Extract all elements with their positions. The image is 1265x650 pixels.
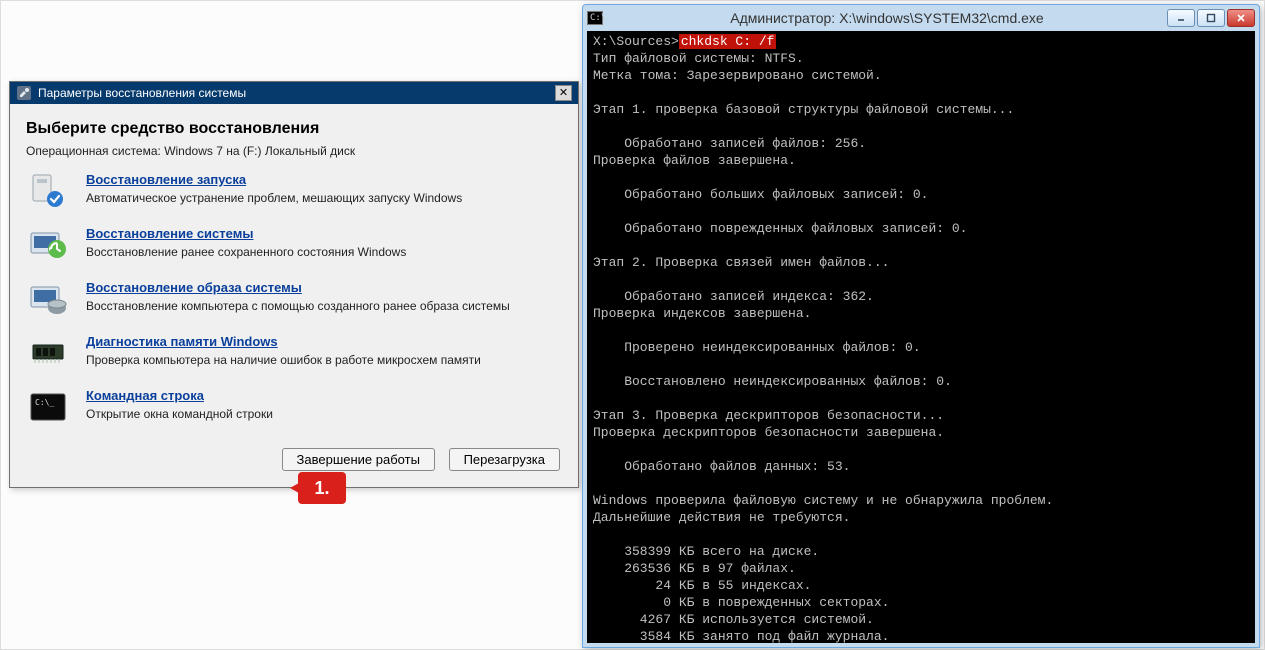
tool-system-restore: Восстановление системы Восстановление ра… [26, 226, 562, 266]
dialog-body: Выберите средство восстановления Операци… [10, 104, 578, 487]
image-recovery-icon [26, 280, 72, 320]
tool-startup-repair: Восстановление запуска Автоматическое ус… [26, 172, 562, 212]
heading: Выберите средство восстановления [26, 120, 562, 138]
tool-image-recovery: Восстановление образа системы Восстановл… [26, 280, 562, 320]
tool-link[interactable]: Восстановление системы [86, 226, 406, 241]
dialog-buttons: Завершение работы Перезагрузка [26, 442, 562, 475]
shutdown-button[interactable]: Завершение работы [282, 448, 435, 471]
tools-list: Восстановление запуска Автоматическое ус… [26, 172, 562, 428]
dialog-close-button[interactable]: ✕ [555, 85, 572, 101]
cmd-titlebar: C:\ Администратор: X:\windows\SYSTEM32\c… [583, 5, 1259, 31]
startup-repair-icon [26, 172, 72, 212]
maximize-button[interactable] [1197, 9, 1225, 27]
dialog-title: Параметры восстановления системы [38, 86, 246, 100]
dialog-titlebar: Параметры восстановления системы ✕ [10, 82, 578, 104]
command-prompt-icon: C:\_ [26, 388, 72, 428]
tool-link[interactable]: Восстановление запуска [86, 172, 462, 187]
tool-desc: Автоматическое устранение проблем, мешаю… [86, 191, 462, 205]
cmd-window: C:\ Администратор: X:\windows\SYSTEM32\c… [582, 4, 1260, 648]
close-button[interactable] [1227, 9, 1255, 27]
cmd-app-icon: C:\ [587, 11, 603, 25]
tool-link[interactable]: Командная строка [86, 388, 273, 403]
cmd-title: Администратор: X:\windows\SYSTEM32\cmd.e… [607, 10, 1167, 26]
tools-icon [16, 85, 32, 101]
tool-desc: Восстановление компьютера с помощью созд… [86, 299, 510, 313]
tool-desc: Проверка компьютера на наличие ошибок в … [86, 353, 481, 367]
tool-link[interactable]: Восстановление образа системы [86, 280, 510, 295]
tool-command-prompt: C:\_ Командная строка Открытие окна кома… [26, 388, 562, 428]
tool-memory-diagnostic: Диагностика памяти Windows Проверка комп… [26, 334, 562, 374]
restart-button[interactable]: Перезагрузка [449, 448, 560, 471]
os-line: Операционная система: Windows 7 на (F:) … [26, 144, 562, 158]
svg-text:C:\_: C:\_ [35, 398, 54, 407]
cmd-output[interactable]: X:\Sources>chkdsk C: /fТип файловой сист… [587, 31, 1255, 643]
tool-desc: Открытие окна командной строки [86, 407, 273, 421]
memory-diagnostic-icon [26, 334, 72, 374]
tool-desc: Восстановление ранее сохраненного состоя… [86, 245, 406, 259]
recovery-options-dialog: Параметры восстановления системы ✕ Выбер… [9, 81, 579, 488]
system-restore-icon [26, 226, 72, 266]
annotation-marker: 1. [298, 472, 346, 504]
minimize-button[interactable] [1167, 9, 1195, 27]
tool-link[interactable]: Диагностика памяти Windows [86, 334, 481, 349]
